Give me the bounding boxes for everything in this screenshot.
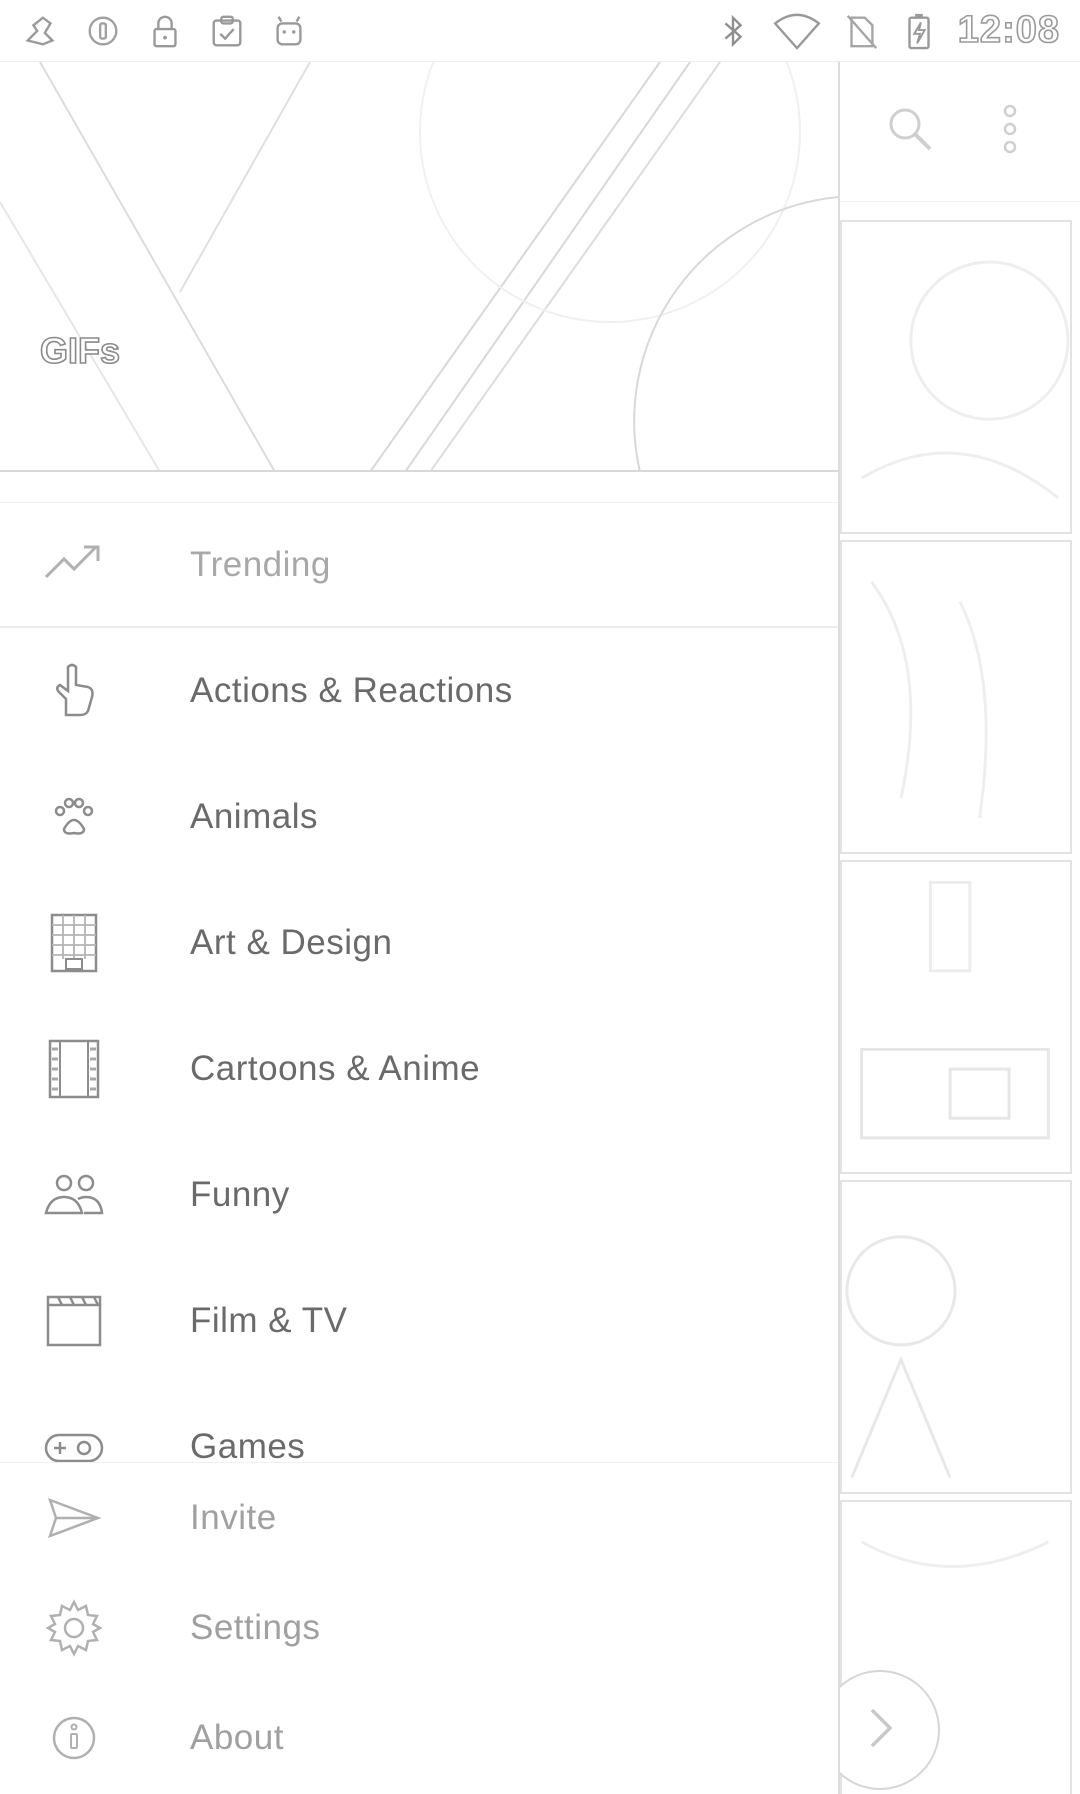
navigation-drawer: GIFs Trending Actions & Reactions Animal… [0,62,840,1794]
nav-item-label: Actions & Reactions [190,671,513,710]
paw-icon [0,785,190,849]
nav-item-settings[interactable]: Settings [0,1573,838,1683]
nav-item-label: Games [190,1427,306,1466]
drawer-title: GIFs [39,329,121,372]
fav-icon [22,12,60,50]
grid-icon [0,911,190,975]
nav-item-label: Film & TV [190,1301,348,1340]
chevron-right-icon [850,1698,910,1763]
send-icon [0,1486,190,1550]
gear-icon [0,1596,190,1660]
nav-item-label: Cartoons & Anime [190,1049,481,1088]
nav-item-art-design[interactable]: Art & Design [0,880,838,1006]
lock-icon [146,12,184,50]
gif-thumbnail[interactable] [840,860,1072,1174]
nav-item-film-tv[interactable]: Film & TV [0,1258,838,1384]
nav-item-label: Settings [190,1608,321,1647]
bluetooth-icon [714,12,752,50]
trending-up-icon [0,533,190,597]
nav-item-trending[interactable]: Trending [0,502,838,628]
background-app [820,62,1080,1794]
nav-item-label: Funny [190,1175,290,1214]
gif-thumbnail[interactable] [840,220,1072,534]
clock: 12:08 [957,8,1060,52]
gif-thumbnail[interactable] [840,540,1072,854]
gif-thumbnail[interactable] [840,1180,1072,1494]
pointing-hand-icon [0,659,190,723]
notification-icons [0,12,308,50]
search-icon[interactable] [880,99,940,164]
more-vert-icon[interactable] [980,99,1040,164]
nav-item-cartoons-anime[interactable]: Cartoons & Anime [0,1006,838,1132]
android-icon [270,12,308,50]
nav-item-actions-reactions[interactable]: Actions & Reactions [0,628,838,754]
nav-item-invite[interactable]: Invite [0,1463,838,1573]
nav-item-about[interactable]: About [0,1683,838,1793]
status-bar: 12:08 [0,0,1080,62]
system-icons: 12:08 [714,8,1080,52]
nav-item-label: Animals [190,797,318,836]
category-list: Trending Actions & Reactions Animals Art… [0,502,838,1510]
nav-item-funny[interactable]: Funny [0,1132,838,1258]
header-artwork [0,62,838,470]
clipboard-check-icon [208,12,246,50]
nav-item-animals[interactable]: Animals [0,754,838,880]
info-icon [0,1706,190,1770]
drawer-footer: Invite Settings About [0,1462,838,1794]
nav-item-label: Invite [190,1498,277,1537]
background-toolbar [840,62,1080,202]
wifi-icon [772,12,822,50]
no-sim-icon [842,12,880,50]
nav-item-label: Trending [190,544,331,584]
battery-charging-icon [900,12,938,50]
drawer-header: GIFs [0,62,838,472]
clapperboard-icon [0,1289,190,1353]
nav-item-label: About [190,1718,284,1757]
people-icon [0,1163,190,1227]
film-strip-icon [0,1037,190,1101]
dnd-circle-icon [84,12,122,50]
nav-item-label: Art & Design [190,923,393,962]
